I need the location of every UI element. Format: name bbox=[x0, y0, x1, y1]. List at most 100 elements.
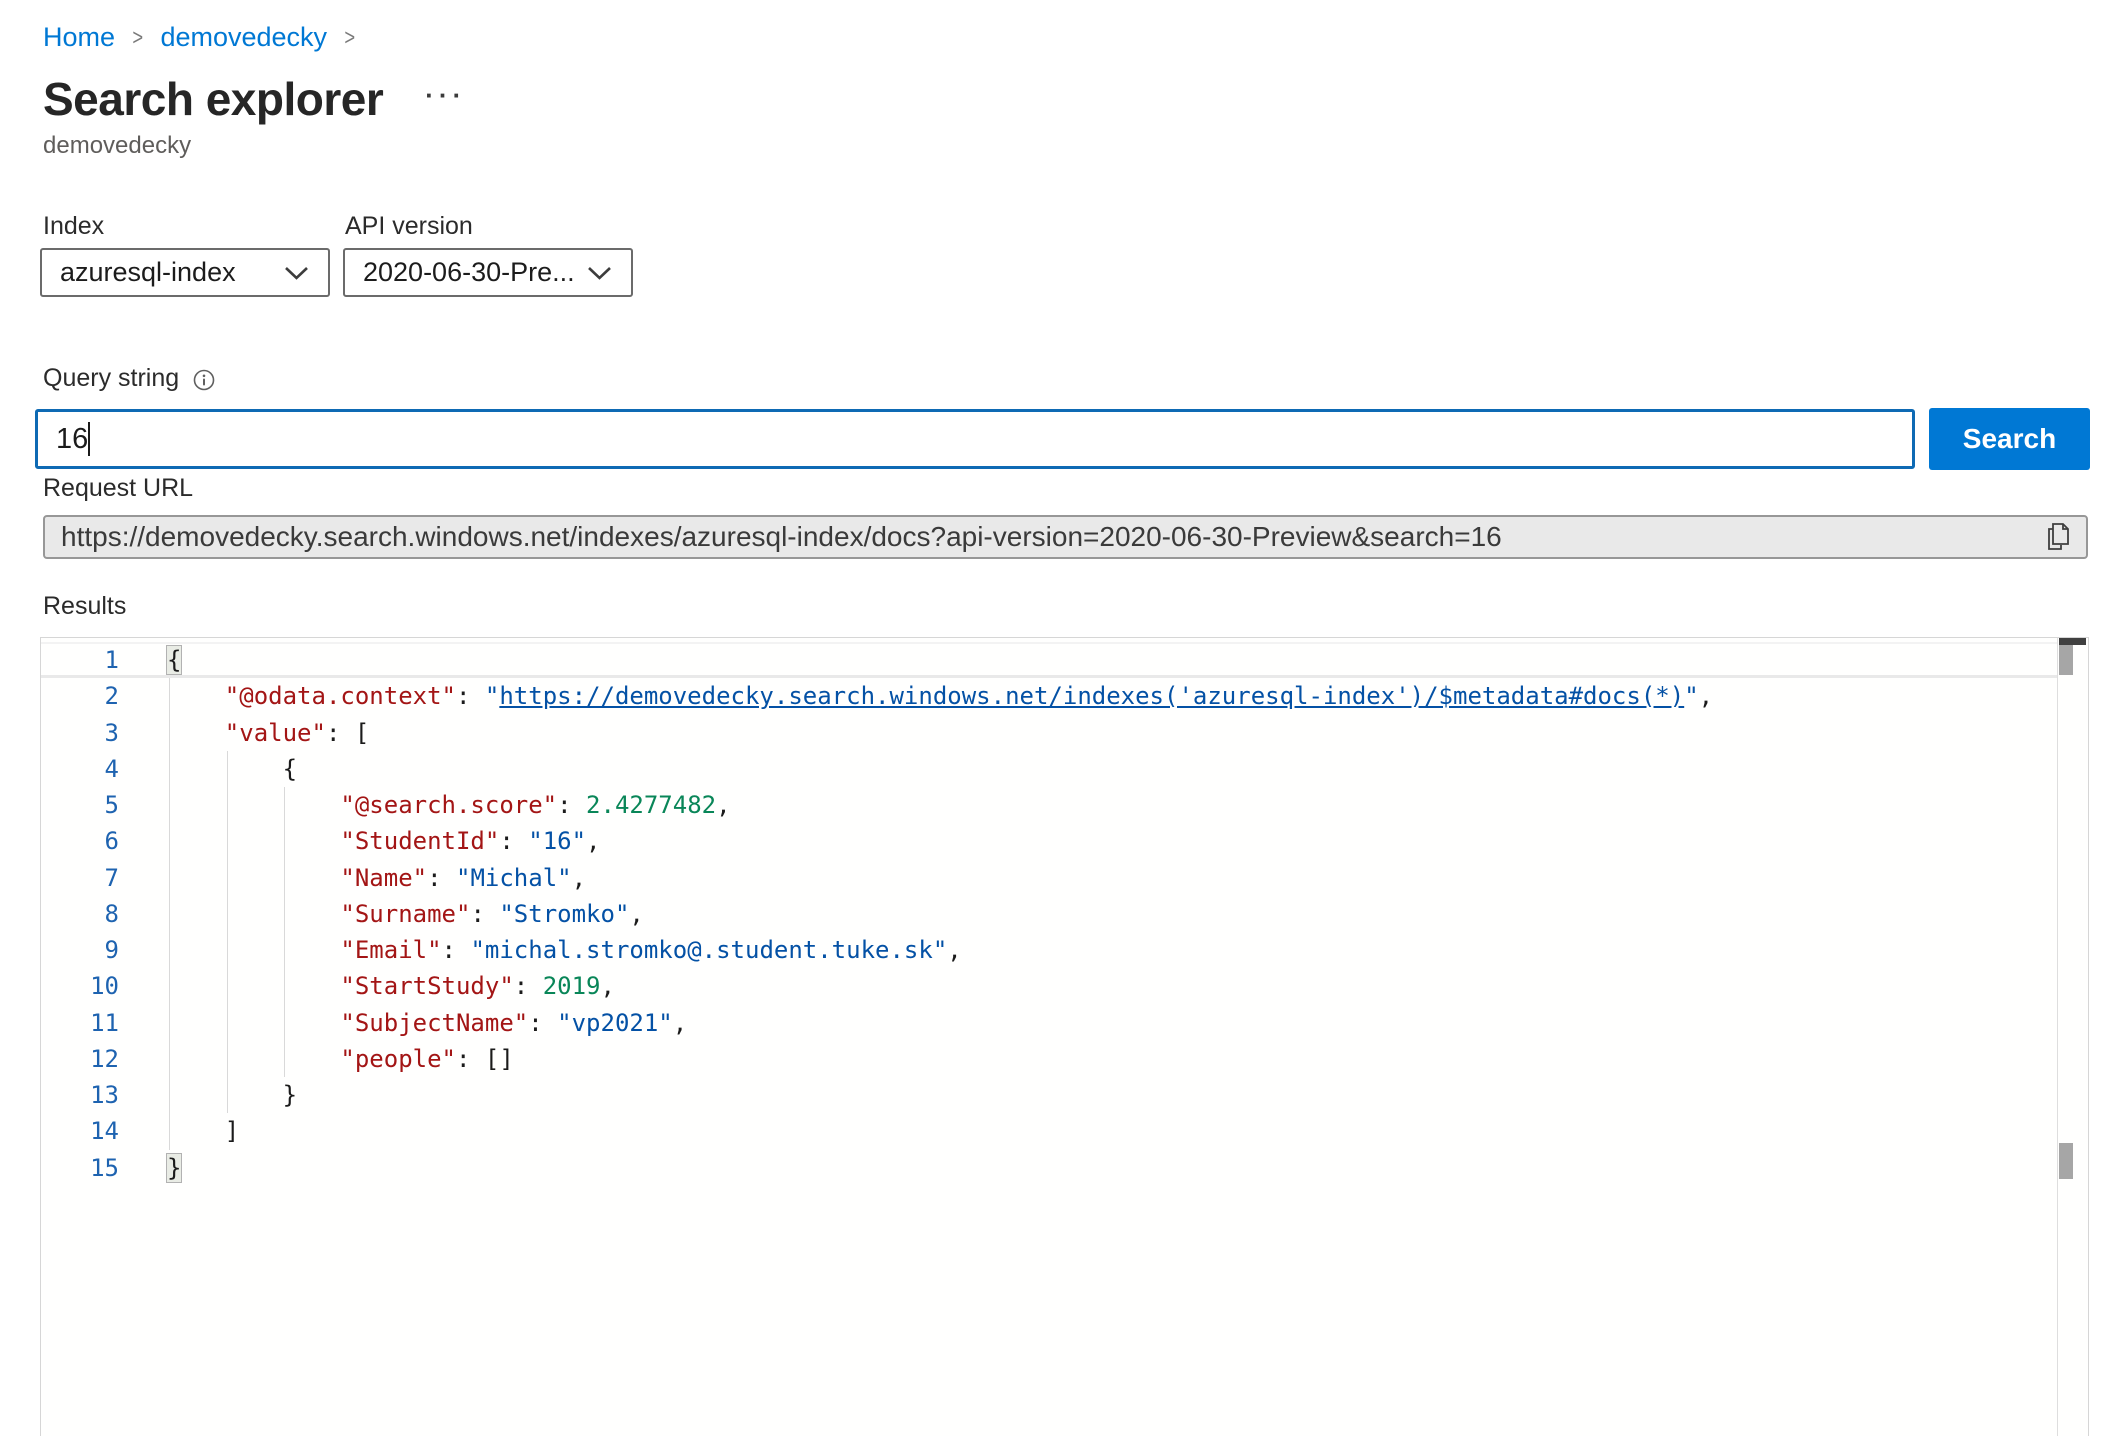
json-token-punct: } bbox=[167, 1154, 181, 1182]
json-token-key: "people" bbox=[340, 1045, 456, 1073]
json-token-punct: , bbox=[586, 827, 600, 855]
breadcrumb-separator-icon: > bbox=[132, 24, 143, 51]
json-token-str: "Michal" bbox=[456, 864, 572, 892]
request-url-field[interactable]: https://demovedecky.search.windows.net/i… bbox=[43, 515, 2088, 559]
json-link[interactable]: https://demovedecky.search.windows.net/i… bbox=[499, 682, 1684, 710]
json-token-key: "@odata.context" bbox=[225, 682, 456, 710]
search-button[interactable]: Search bbox=[1929, 408, 2090, 470]
search-explorer-page: Home > demovedecky > Search explorer ···… bbox=[0, 0, 2102, 1436]
scrollbar-track-divider bbox=[2057, 638, 2058, 1436]
api-version-dropdown[interactable]: 2020-06-30-Pre... bbox=[343, 248, 633, 297]
json-token-punct: } bbox=[167, 1081, 297, 1109]
code-line-text: "StartStudy": 2019, bbox=[167, 968, 615, 1004]
line-number: 15 bbox=[41, 1150, 119, 1186]
code-line[interactable]: 6 "StudentId": "16", bbox=[41, 823, 2057, 859]
line-number: 3 bbox=[41, 715, 119, 751]
json-token-punct: ] bbox=[167, 1117, 239, 1145]
json-token-key: "value" bbox=[225, 719, 326, 747]
scrollbar-thumb-secondary[interactable] bbox=[2059, 1143, 2073, 1179]
code-line[interactable]: 5 "@search.score": 2.4277482, bbox=[41, 787, 2057, 823]
code-line-text: } bbox=[167, 1150, 181, 1186]
json-token-punct: , bbox=[1699, 682, 1713, 710]
line-number: 4 bbox=[41, 751, 119, 787]
line-number: 10 bbox=[41, 968, 119, 1004]
code-line[interactable]: 11 "SubjectName": "vp2021", bbox=[41, 1005, 2057, 1041]
request-url-value: https://demovedecky.search.windows.net/i… bbox=[61, 521, 2044, 553]
json-token-punct bbox=[167, 900, 340, 928]
line-number: 2 bbox=[41, 678, 119, 714]
context-menu-ellipsis-icon[interactable]: ··· bbox=[419, 76, 472, 115]
json-token-punct: : bbox=[514, 972, 543, 1000]
code-line-text: "SubjectName": "vp2021", bbox=[167, 1005, 687, 1041]
line-number: 12 bbox=[41, 1041, 119, 1077]
json-token-key: "SubjectName" bbox=[340, 1009, 528, 1037]
code-line[interactable]: 8 "Surname": "Stromko", bbox=[41, 896, 2057, 932]
line-number: 14 bbox=[41, 1113, 119, 1149]
code-line-text: "Email": "michal.stromko@.student.tuke.s… bbox=[167, 932, 962, 968]
dropdown-labels: Index API version bbox=[43, 212, 473, 241]
query-input-wrap bbox=[35, 409, 1915, 469]
json-token-punct bbox=[167, 719, 225, 747]
json-token-punct: { bbox=[167, 755, 297, 783]
request-url-label: Request URL bbox=[43, 474, 193, 503]
code-line-text: "value": [ bbox=[167, 715, 369, 751]
code-line[interactable]: 10 "StartStudy": 2019, bbox=[41, 968, 2057, 1004]
json-token-punct: { bbox=[167, 646, 181, 674]
code-line[interactable]: 4 { bbox=[41, 751, 2057, 787]
line-number: 8 bbox=[41, 896, 119, 932]
page-subtitle: demovedecky bbox=[43, 132, 191, 160]
code-line[interactable]: 9 "Email": "michal.stromko@.student.tuke… bbox=[41, 932, 2057, 968]
text-cursor bbox=[88, 422, 90, 456]
query-input[interactable] bbox=[35, 409, 1915, 469]
line-number: 6 bbox=[41, 823, 119, 859]
json-token-punct: : bbox=[427, 864, 456, 892]
title-row: Search explorer ··· bbox=[43, 72, 472, 126]
breadcrumb-link-demovedecky[interactable]: demovedecky bbox=[160, 22, 327, 53]
json-token-punct: : bbox=[456, 682, 485, 710]
code-line-text: "StudentId": "16", bbox=[167, 823, 601, 859]
code-line[interactable]: 12 "people": [] bbox=[41, 1041, 2057, 1077]
code-line[interactable]: 3 "value": [ bbox=[41, 715, 2057, 751]
results-json-editor[interactable]: 1{2 "@odata.context": "https://demovedec… bbox=[40, 637, 2089, 1436]
json-token-key: "StartStudy" bbox=[340, 972, 513, 1000]
json-token-key: "StudentId" bbox=[340, 827, 499, 855]
code-line[interactable]: 13 } bbox=[41, 1077, 2057, 1113]
vertical-scrollbar-thumb[interactable] bbox=[2059, 645, 2073, 675]
code-line[interactable]: 14 ] bbox=[41, 1113, 2057, 1149]
page-title: Search explorer bbox=[43, 72, 383, 126]
json-token-punct: , bbox=[600, 972, 614, 1000]
breadcrumb: Home > demovedecky > bbox=[43, 22, 373, 53]
breadcrumb-link-home[interactable]: Home bbox=[43, 22, 115, 53]
line-number: 11 bbox=[41, 1005, 119, 1041]
code-line[interactable]: 15} bbox=[41, 1150, 2057, 1186]
code-line[interactable]: 1{ bbox=[41, 642, 2057, 678]
json-token-num: 2.4277482 bbox=[586, 791, 716, 819]
json-token-str: "16" bbox=[528, 827, 586, 855]
json-token-punct: , bbox=[947, 936, 961, 964]
api-version-dropdown-value: 2020-06-30-Pre... bbox=[363, 257, 586, 288]
json-token-punct: : bbox=[528, 1009, 557, 1037]
query-string-label: Query string bbox=[43, 364, 179, 393]
breadcrumb-separator-icon: > bbox=[344, 24, 355, 51]
json-token-punct bbox=[167, 972, 340, 1000]
index-label: Index bbox=[43, 212, 345, 241]
json-token-key: "@search.score" bbox=[340, 791, 557, 819]
json-token-punct bbox=[167, 791, 340, 819]
code-line[interactable]: 7 "Name": "Michal", bbox=[41, 860, 2057, 896]
code-line-text: } bbox=[167, 1077, 297, 1113]
json-token-punct bbox=[167, 864, 340, 892]
code-line-text: ] bbox=[167, 1113, 239, 1149]
index-dropdown-value: azuresql-index bbox=[60, 257, 283, 288]
json-token-key: "Email" bbox=[340, 936, 441, 964]
copy-icon[interactable] bbox=[2044, 521, 2072, 553]
code-line-text: "Name": "Michal", bbox=[167, 860, 586, 896]
json-token-punct: : bbox=[499, 827, 528, 855]
info-icon[interactable] bbox=[193, 369, 215, 391]
results-label: Results bbox=[43, 592, 126, 621]
line-number: 13 bbox=[41, 1077, 119, 1113]
code-line[interactable]: 2 "@odata.context": "https://demovedecky… bbox=[41, 678, 2057, 714]
index-dropdown[interactable]: azuresql-index bbox=[40, 248, 330, 297]
json-token-punct bbox=[167, 1045, 340, 1073]
json-token-punct: : bbox=[557, 791, 586, 819]
json-token-punct: , bbox=[673, 1009, 687, 1037]
